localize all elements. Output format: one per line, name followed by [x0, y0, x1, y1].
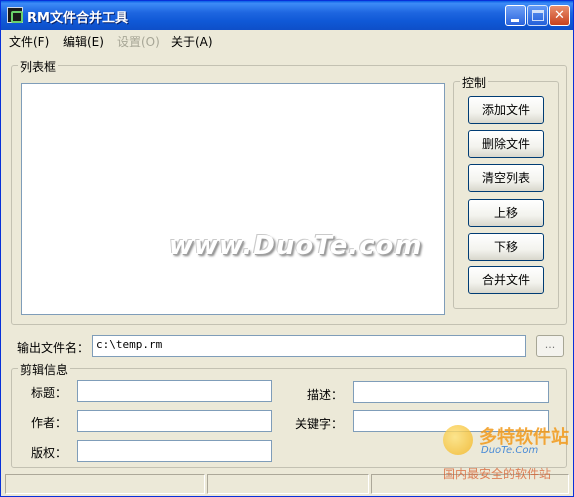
copyright-field[interactable] — [77, 440, 272, 462]
watermark-text: www.DuoTe.com — [169, 231, 423, 261]
window-title: RM文件合并工具 — [27, 11, 128, 26]
status-pane-2 — [207, 474, 369, 494]
title-field[interactable] — [77, 380, 272, 402]
title-bar[interactable]: RM文件合并工具 ✕ — [1, 1, 573, 30]
move-down-button[interactable]: 下移 — [468, 233, 544, 261]
copyright-field-label: 版权： — [31, 446, 68, 460]
author-field[interactable] — [77, 410, 272, 432]
menu-bar: 文件(F) 编辑(E) 设置(O) 关于(A) — [1, 30, 573, 50]
close-button[interactable]: ✕ — [549, 5, 570, 26]
minimize-icon — [511, 19, 519, 22]
menu-file[interactable]: 文件(F) — [9, 33, 49, 50]
delete-file-button[interactable]: 删除文件 — [468, 130, 544, 158]
description-field[interactable] — [353, 381, 549, 403]
close-icon: ✕ — [554, 8, 565, 23]
description-field-label: 描述： — [307, 388, 344, 402]
merge-files-button[interactable]: 合并文件 — [468, 266, 544, 294]
minimize-button[interactable] — [505, 5, 526, 26]
corner-slogan: 国内最安全的软件站 — [443, 467, 552, 481]
menu-settings[interactable]: 设置(O) — [117, 33, 160, 50]
app-icon[interactable] — [7, 7, 23, 23]
corner-watermark: 多特软件站 DuoTe.Com 国内最安全的软件站 — [431, 421, 571, 481]
add-file-button[interactable]: 添加文件 — [468, 96, 544, 124]
move-up-button[interactable]: 上移 — [468, 199, 544, 227]
menu-edit[interactable]: 编辑(E) — [63, 33, 104, 50]
menu-about[interactable]: 关于(A) — [171, 33, 213, 50]
output-filename-label: 输出文件名： — [17, 341, 90, 355]
clear-list-button[interactable]: 清空列表 — [468, 164, 544, 192]
maximize-icon — [532, 10, 544, 21]
browse-button[interactable]: ... — [536, 335, 564, 357]
mascot-icon — [443, 425, 473, 455]
corner-url: DuoTe.Com — [481, 445, 539, 456]
keywords-field-label: 关键字： — [295, 417, 344, 431]
title-field-label: 标题： — [31, 386, 68, 400]
main-window: RM文件合并工具 ✕ 文件(F) 编辑(E) 设置(O) 关于(A) 列表框 控… — [0, 0, 574, 497]
list-group-title: 列表框 — [18, 58, 59, 75]
author-field-label: 作者： — [31, 416, 68, 430]
clip-info-title: 剪辑信息 — [18, 361, 71, 378]
status-pane-1 — [5, 474, 205, 494]
maximize-button[interactable] — [527, 5, 548, 26]
control-group-title: 控制 — [460, 74, 489, 91]
file-list[interactable] — [21, 83, 445, 315]
output-filename-input[interactable]: c:\temp.rm — [92, 335, 526, 357]
